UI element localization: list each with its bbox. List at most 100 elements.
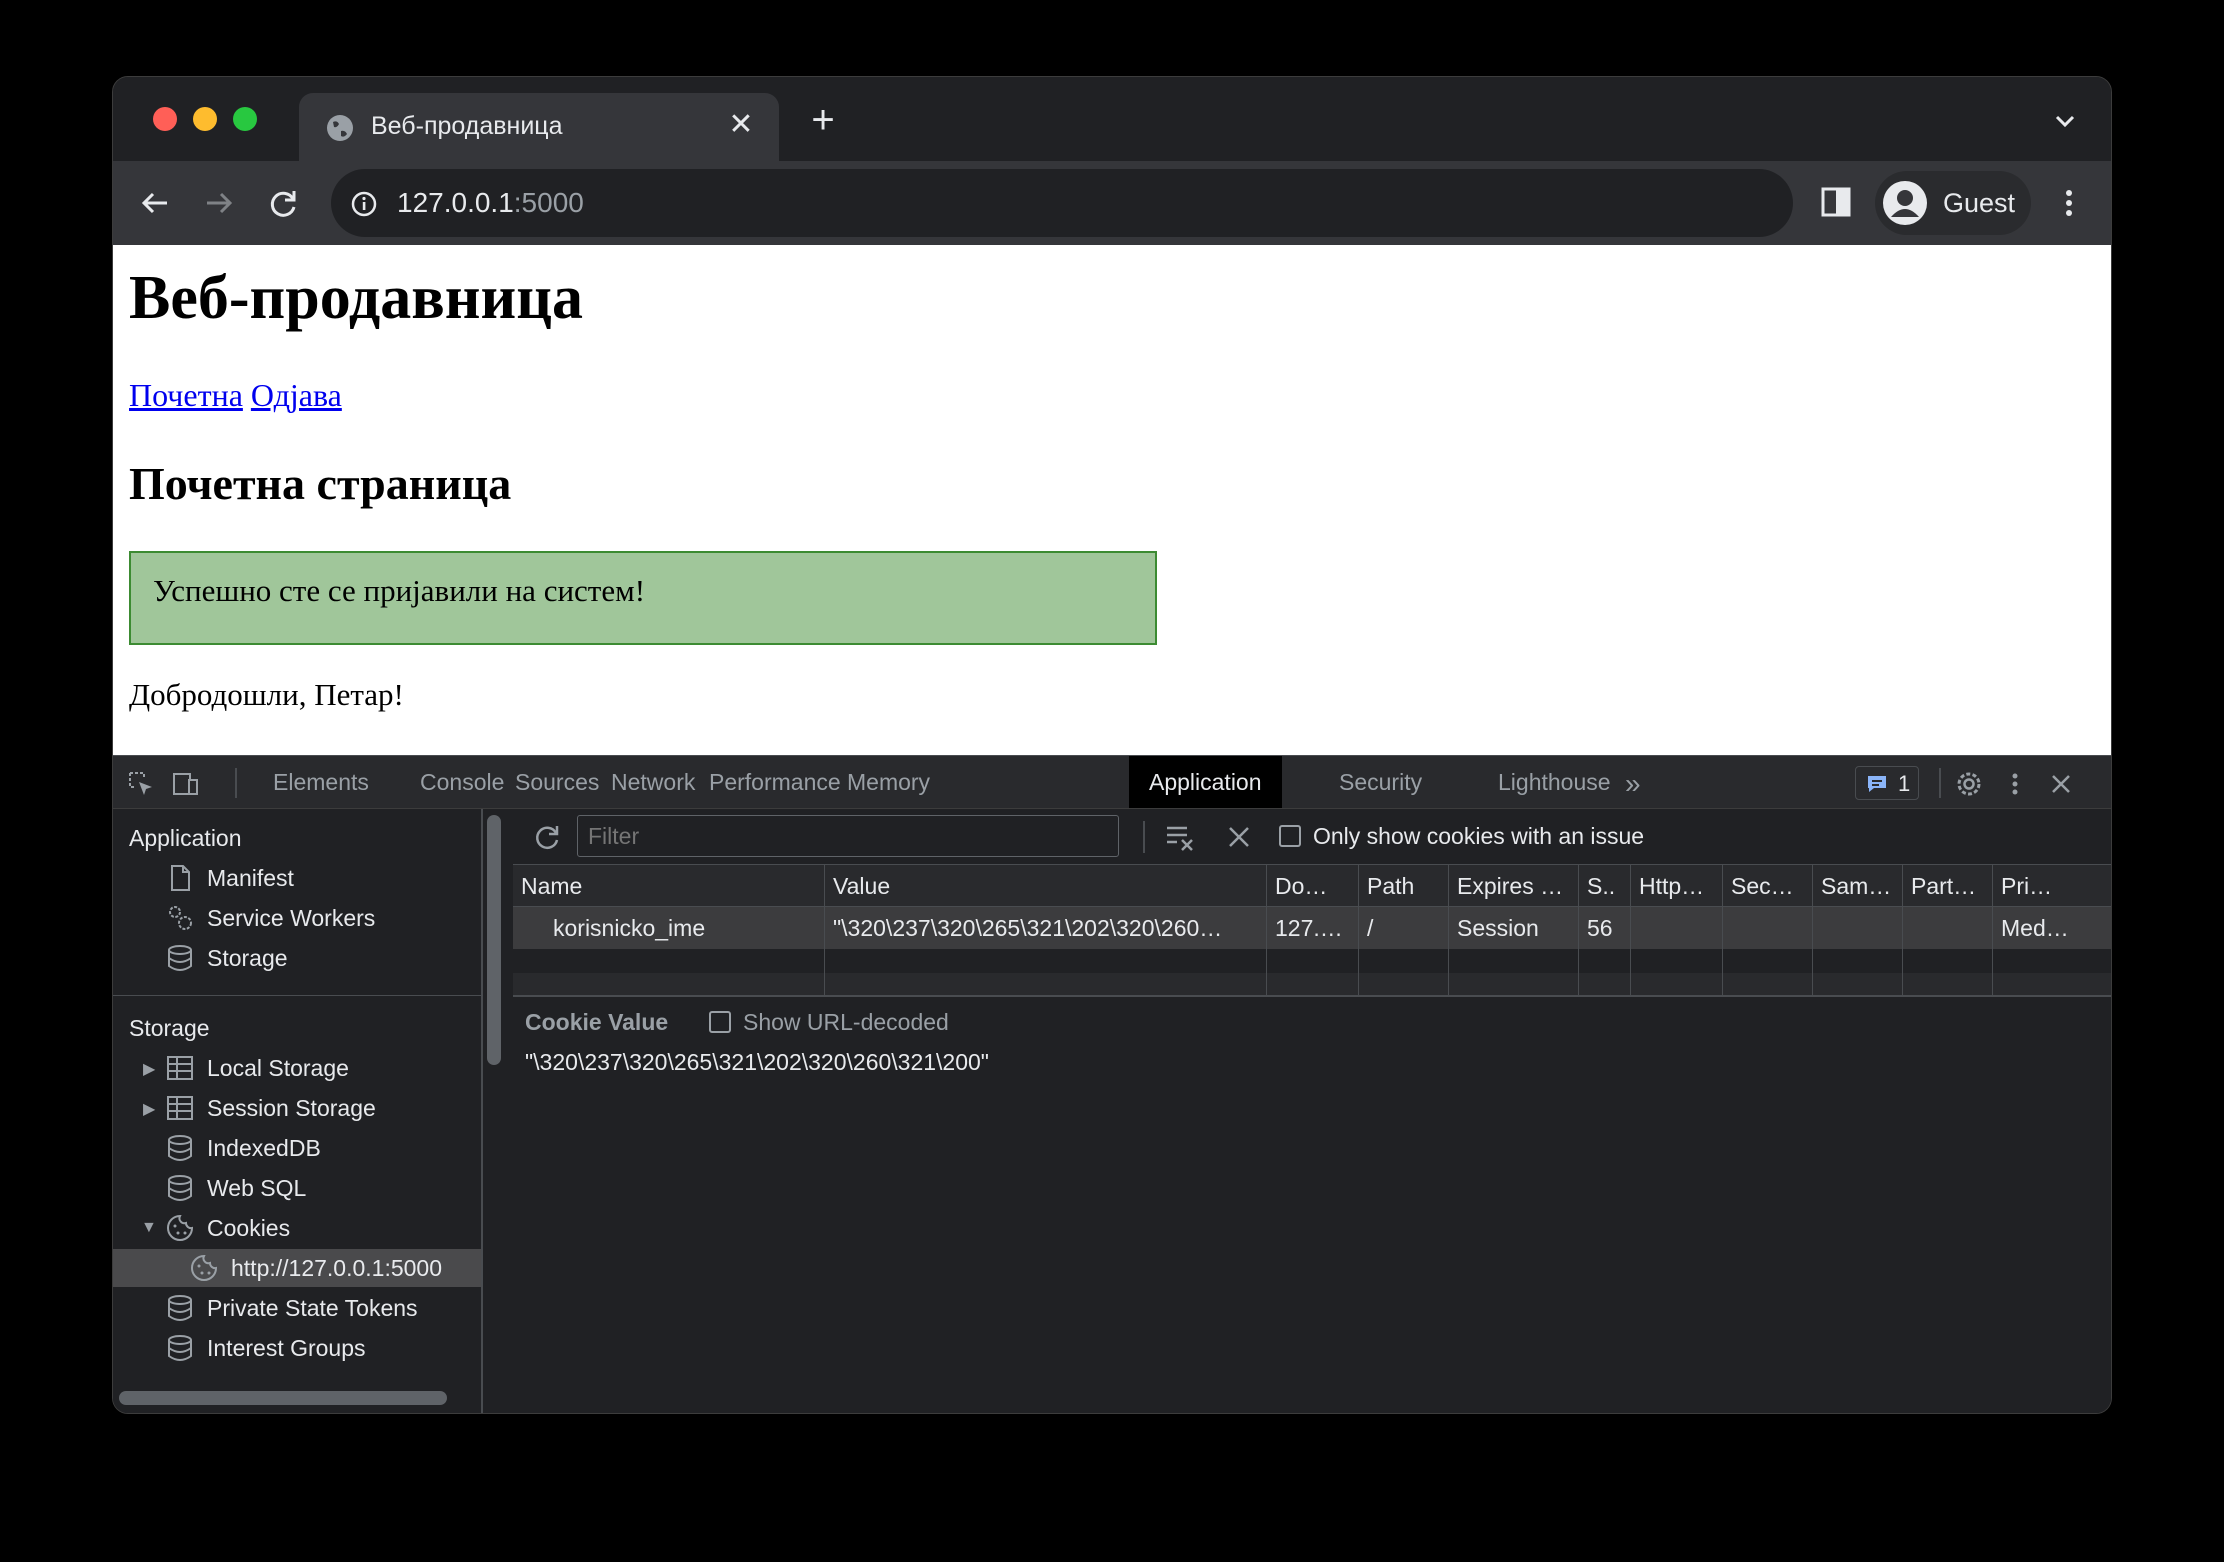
chevron-down-icon[interactable] (2051, 107, 2079, 135)
tab-title: Веб-продавница (371, 112, 563, 140)
sidebar-item-label: Session Storage (207, 1095, 376, 1121)
device-toolbar-icon[interactable] (171, 770, 199, 798)
reload-icon[interactable] (263, 183, 303, 223)
toolbar-divider (235, 768, 237, 798)
close-tab-icon[interactable]: ✕ (725, 109, 757, 141)
close-icon[interactable] (2047, 770, 2075, 798)
cookie-value-title: Cookie Value (525, 1009, 669, 1035)
avatar-icon (1883, 181, 1927, 225)
page-title: Веб-продавница (129, 264, 583, 332)
empty-row (513, 949, 2111, 973)
more-tabs-icon[interactable]: » (1625, 768, 1641, 800)
table-icon (167, 1056, 193, 1080)
sidebar-item-label: Manifest (207, 865, 294, 891)
table-row[interactable]: korisnicko_ime "\320\237\320\265\321\202… (513, 907, 2111, 949)
profile-button[interactable]: Guest (1875, 171, 2031, 235)
page-nav: Почетна Одјава (129, 377, 342, 414)
cookie-partition-cell[interactable] (1903, 907, 1993, 949)
cookie-expires-cell[interactable]: Session (1449, 907, 1579, 949)
profile-label: Guest (1943, 188, 2016, 218)
toolbar-divider (1939, 768, 1941, 798)
column-header-expires[interactable]: Expires … (1449, 865, 1579, 907)
nav-link-logout[interactable]: Одјава (251, 377, 342, 413)
cookies-panel: Only show cookies with an issue Name Val… (513, 809, 2111, 1413)
kebab-menu-icon[interactable] (2001, 770, 2029, 798)
column-header-samesite[interactable]: Sam… (1813, 865, 1903, 907)
column-header-httponly[interactable]: Http… (1631, 865, 1723, 907)
new-tab-button[interactable]: + (803, 100, 843, 140)
vertical-scrollbar[interactable] (487, 815, 501, 1065)
table-header: Name Value Do… Path Expires … S.. Http… … (513, 865, 2111, 907)
gear-icon[interactable] (1955, 770, 1983, 798)
sidebar-item-cookie-origin[interactable]: http://127.0.0.1:5000 (113, 1249, 481, 1287)
issues-badge[interactable]: 1 (1855, 766, 1919, 800)
devtools-panel: Elements Console Sources Network Perform… (113, 755, 2111, 1413)
cookie-name-cell[interactable]: korisnicko_ime (513, 907, 825, 949)
database-icon (168, 945, 192, 971)
browser-toolbar: 127.0.0.1:5000 Guest (113, 161, 2111, 245)
minimize-window-button[interactable] (193, 107, 217, 131)
inspect-element-icon[interactable] (127, 770, 155, 798)
browser-tab[interactable]: Веб-продавница ✕ (299, 93, 779, 161)
page-viewport: Веб-продавница Почетна Одјава Почетна ст… (113, 245, 2111, 755)
welcome-text: Добродошли, Петар! (129, 677, 404, 712)
tab-elements[interactable]: Elements (253, 756, 389, 808)
side-panel-icon[interactable] (1819, 185, 1853, 219)
sidebar-header-storage: Storage (129, 1015, 210, 1041)
column-header-partition-key[interactable]: Part… (1903, 865, 1993, 907)
cookie-samesite-cell[interactable] (1813, 907, 1903, 949)
filter-input[interactable] (577, 815, 1119, 857)
cookie-secure-cell[interactable] (1723, 907, 1813, 949)
close-icon[interactable] (1225, 823, 1253, 851)
refresh-icon[interactable] (531, 821, 563, 853)
tab-application[interactable]: Application (1129, 756, 1282, 808)
database-icon (168, 1135, 192, 1161)
cookie-icon (167, 1214, 194, 1241)
column-header-secure[interactable]: Sec… (1723, 865, 1813, 907)
sidebar-item-label: Local Storage (207, 1055, 349, 1081)
application-sidebar: Application Manifest Service Workers Sto… (113, 809, 483, 1413)
maximize-window-button[interactable] (233, 107, 257, 131)
show-url-decoded-checkbox[interactable] (709, 1011, 731, 1033)
only-issues-label: Only show cookies with an issue (1313, 823, 1645, 849)
cookie-priority-cell[interactable]: Med… (1993, 907, 2111, 949)
flash-message-text: Успешно сте се пријавили на систем! (153, 573, 646, 608)
expand-arrow-icon[interactable]: ▶ (143, 1059, 155, 1079)
column-header-domain[interactable]: Do… (1267, 865, 1359, 907)
horizontal-scrollbar[interactable] (119, 1391, 447, 1405)
devtools-tab-bar: Elements Console Sources Network Perform… (113, 755, 2111, 809)
page-subtitle: Почетна страница (129, 458, 512, 509)
column-header-name[interactable]: Name (513, 865, 825, 907)
expand-arrow-icon[interactable]: ▶ (143, 1099, 155, 1119)
collapse-arrow-icon[interactable]: ▼ (141, 1219, 157, 1237)
column-header-size[interactable]: S.. (1579, 865, 1631, 907)
tab-lighthouse[interactable]: Lighthouse (1478, 756, 1631, 808)
issues-count: 1 (1898, 771, 1911, 796)
kebab-menu-icon[interactable] (2057, 183, 2081, 223)
forward-arrow-icon[interactable] (199, 183, 239, 223)
nav-link-home[interactable]: Почетна (129, 377, 243, 413)
back-arrow-icon[interactable] (135, 183, 175, 223)
only-issues-checkbox[interactable] (1279, 825, 1301, 847)
database-icon (168, 1295, 192, 1321)
cookie-httponly-cell[interactable] (1631, 907, 1723, 949)
column-header-priority[interactable]: Pri… (1993, 865, 2111, 907)
cookie-value-text[interactable]: "\320\237\320\265\321\202\320\260\321\20… (525, 1049, 989, 1076)
column-header-path[interactable]: Path (1359, 865, 1449, 907)
address-bar[interactable]: 127.0.0.1:5000 (331, 169, 1793, 237)
column-header-value[interactable]: Value (825, 865, 1267, 907)
info-icon[interactable] (351, 191, 377, 217)
cookie-icon (191, 1254, 218, 1281)
tab-memory[interactable]: Memory (827, 756, 950, 808)
close-window-button[interactable] (153, 107, 177, 131)
sidebar-item-label: Private State Tokens (207, 1295, 418, 1321)
cookie-path-cell[interactable]: / (1359, 907, 1449, 949)
cookie-domain-cell[interactable]: 127.… (1267, 907, 1359, 949)
clear-filtered-cookies-icon[interactable] (1165, 823, 1195, 851)
tab-security[interactable]: Security (1319, 756, 1442, 808)
cookie-size-cell[interactable]: 56 (1579, 907, 1631, 949)
cookie-value-cell[interactable]: "\320\237\320\265\321\202\320\260… (825, 907, 1267, 949)
sidebar-divider (113, 995, 481, 996)
toolbar-divider (1143, 821, 1145, 853)
sidebar-item-label: Cookies (207, 1215, 291, 1241)
